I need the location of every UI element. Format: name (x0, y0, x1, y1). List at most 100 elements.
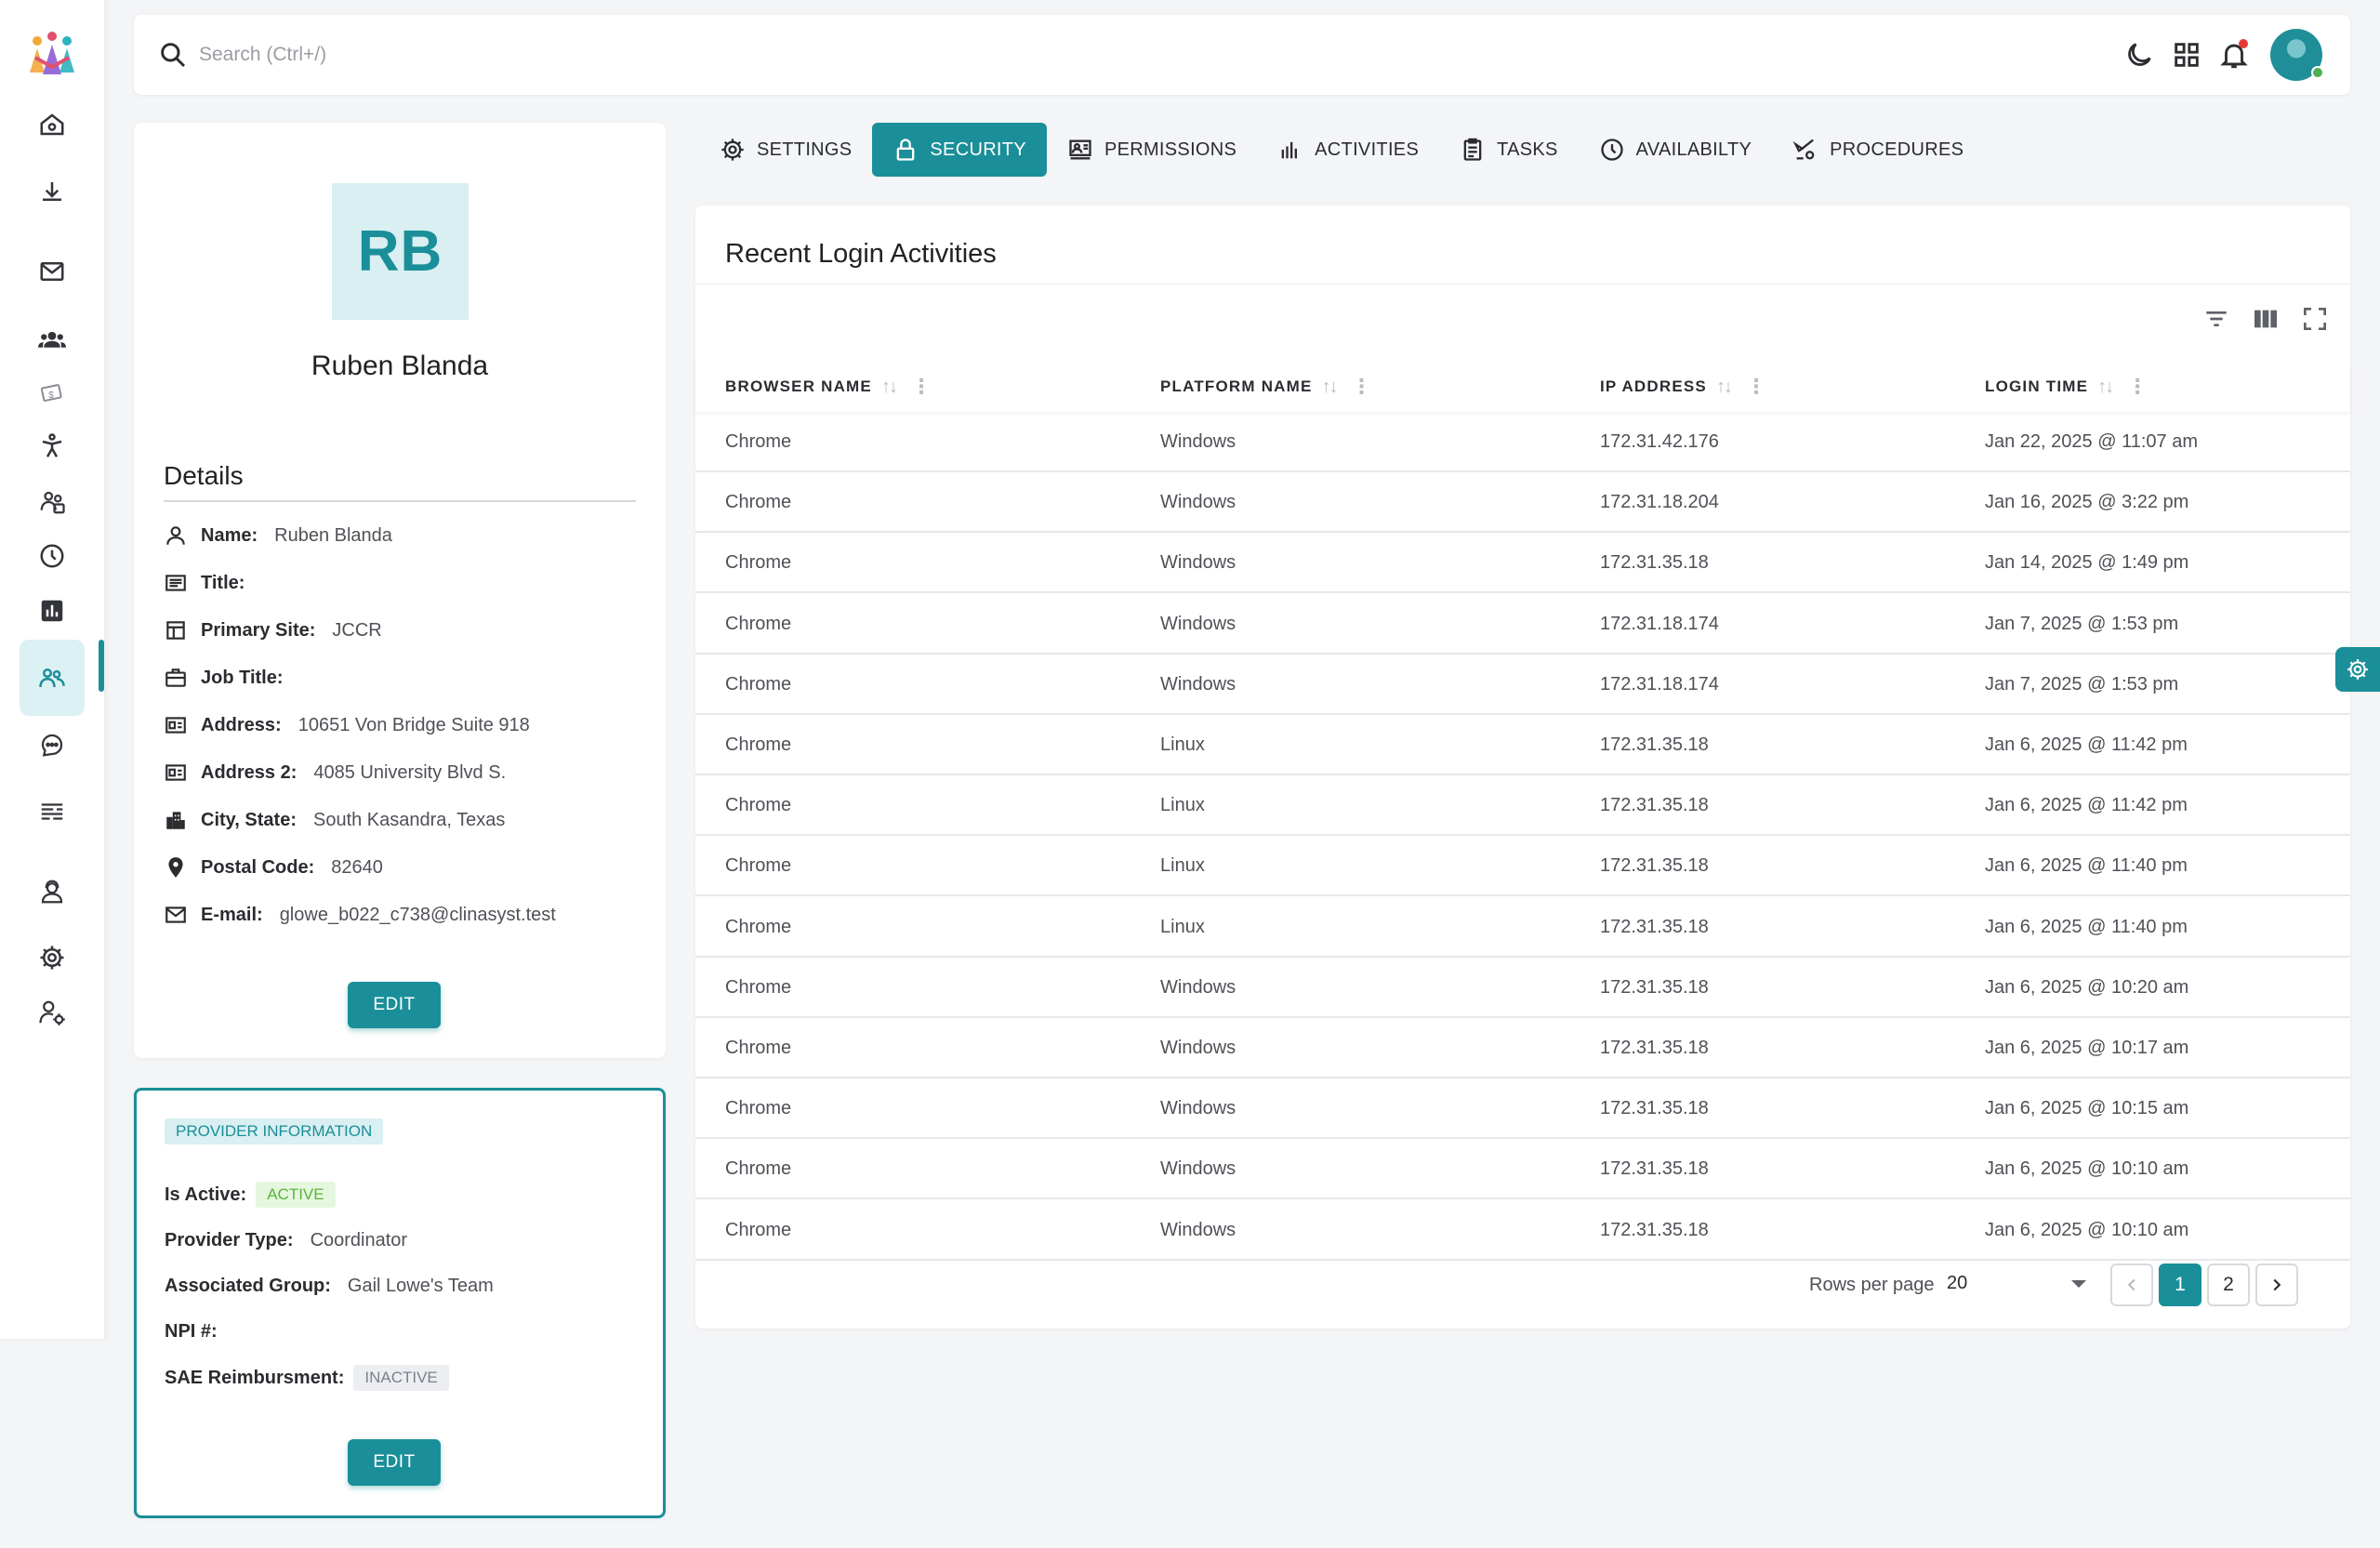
provider-label: NPI #: (165, 1320, 218, 1342)
cell-platform: Windows (1160, 552, 1236, 574)
login-activities-card: Recent Login Activities BROWSER NAME ↑↓ … (695, 205, 2350, 1329)
tab-procedures[interactable]: PROCEDURES (1772, 123, 1984, 177)
profile-card: RB Ruben Blanda Details Name: Ruben Blan… (134, 123, 666, 1058)
dropdown-arrow-icon (2071, 1280, 2086, 1288)
sort-icon[interactable]: ↑↓ (1716, 377, 1733, 398)
column-header-label: IP ADDRESS (1600, 377, 1707, 395)
tab-tasks[interactable]: TASKS (1439, 123, 1579, 177)
detail-value: Ruben Blanda (274, 524, 392, 546)
columns-button[interactable] (2251, 304, 2281, 334)
sidebar-item-home[interactable] (20, 92, 85, 157)
cell-browser: Chrome (725, 552, 792, 574)
cell-platform: Linux (1160, 855, 1205, 877)
detail-title: Title: (164, 569, 261, 597)
city-icon (166, 812, 185, 829)
column-menu-icon[interactable]: ⋮ (2127, 375, 2149, 399)
moon-icon (2128, 43, 2151, 66)
table-row: Chrome Linux 172.31.35.18 Jan 6, 2025 @ 11:… (695, 775, 2350, 837)
sidebar-item-support[interactable] (20, 859, 85, 924)
columns-icon (2254, 310, 2277, 328)
column-header-platform[interactable]: PLATFORM NAME ↑↓ ⋮ (1160, 362, 1373, 412)
edit-profile-button[interactable]: EDIT (348, 982, 441, 1028)
cell-browser: Chrome (725, 916, 792, 937)
prev-page-button[interactable] (2110, 1264, 2153, 1306)
detail-label: Postal Code: (201, 856, 315, 878)
search-input[interactable] (199, 35, 1036, 74)
next-page-button[interactable] (2255, 1264, 2298, 1306)
detail-job-title: Job Title: (164, 664, 300, 692)
sort-icon[interactable]: ↑↓ (2097, 377, 2114, 398)
cell-ip: 172.31.35.18 (1600, 855, 1709, 877)
sidebar-item-users[interactable] (20, 640, 85, 716)
home-icon (40, 113, 64, 136)
mail-icon (40, 262, 64, 281)
rows-per-page-select[interactable]: 20 (1947, 1273, 2086, 1299)
column-header-login-time[interactable]: LOGIN TIME ↑↓ ⋮ (1985, 362, 2149, 412)
mail-icon (165, 906, 186, 923)
sidebar-item-download[interactable] (20, 159, 85, 224)
details-heading: Details (164, 461, 244, 490)
edit-provider-button[interactable]: EDIT (348, 1439, 441, 1486)
detail-value: South Kasandra, Texas (312, 809, 506, 830)
tab-activities[interactable]: ACTIVITIES (1257, 123, 1439, 177)
fullscreen-icon (2304, 308, 2326, 330)
sidebar-item-reports[interactable] (20, 578, 85, 643)
cell-ip: 172.31.18.174 (1600, 613, 1719, 634)
column-header-ip[interactable]: IP ADDRESS ↑↓ ⋮ (1600, 362, 1767, 412)
column-menu-icon[interactable]: ⋮ (1352, 375, 1373, 399)
svg-text:$: $ (48, 390, 54, 401)
chevron-left-icon (2127, 1278, 2135, 1291)
tab-settings[interactable]: SETTINGS (699, 123, 872, 177)
clipboard-icon (1463, 138, 1482, 161)
tab-label: ACTIVITIES (1315, 139, 1420, 160)
column-menu-icon[interactable]: ⋮ (1746, 375, 1767, 399)
cell-ip: 172.31.35.18 (1600, 1098, 1709, 1119)
sidebar-item-chat[interactable] (20, 712, 85, 777)
column-header-browser[interactable]: BROWSER NAME ↑↓ ⋮ (725, 362, 932, 412)
tab-availability[interactable]: AVAILABILTY (1579, 123, 1772, 177)
gear-icon (2347, 659, 2368, 680)
detail-label: Primary Site: (201, 619, 316, 641)
app-logo[interactable] (26, 30, 78, 78)
cell-login-time: Jan 22, 2025 @ 11:07 am (1985, 431, 2198, 452)
apps-button[interactable] (2171, 39, 2202, 71)
table-row: Chrome Linux 172.31.35.18 Jan 6, 2025 @ 11:… (695, 836, 2350, 897)
tab-permissions[interactable]: PERMISSIONS (1047, 123, 1257, 177)
provider-is-active: Is Active: ACTIVE (165, 1181, 336, 1209)
tab-label: TASKS (1497, 139, 1558, 160)
page-button-1[interactable]: 1 (2159, 1264, 2202, 1306)
sort-icon[interactable]: ↑↓ (881, 377, 898, 398)
sidebar-item-mail[interactable] (20, 239, 85, 304)
sidebar-item-user-settings[interactable] (20, 980, 85, 1045)
cell-login-time: Jan 16, 2025 @ 3:22 pm (1985, 492, 2189, 513)
table-row: Chrome Linux 172.31.35.18 Jan 6, 2025 @ 11:… (695, 897, 2350, 958)
detail-label: Name: (201, 524, 258, 546)
clock-icon (40, 544, 64, 568)
cell-ip: 172.31.18.174 (1600, 673, 1719, 695)
users-icon (39, 668, 65, 688)
clock-icon (1601, 139, 1623, 161)
customizer-button[interactable] (2335, 647, 2380, 692)
detail-value: JCCR (332, 619, 382, 641)
filter-button[interactable] (2202, 304, 2231, 334)
detail-email: E-mail: glowe_b022_c738@clinasyst.test (164, 901, 556, 929)
status-badge-active: ACTIVE (256, 1182, 336, 1208)
divider (164, 500, 636, 502)
notifications-button[interactable] (2218, 39, 2250, 71)
fullscreen-button[interactable] (2300, 304, 2330, 334)
provider-sae: SAE Reimbursment: INACTIVE (165, 1364, 449, 1392)
page-button-2[interactable]: 2 (2207, 1264, 2250, 1306)
cell-login-time: Jan 6, 2025 @ 11:42 pm (1985, 795, 2188, 816)
column-menu-icon[interactable]: ⋮ (911, 375, 932, 399)
detail-value: glowe_b022_c738@clinasyst.test (279, 904, 556, 925)
cell-ip: 172.31.18.204 (1600, 492, 1719, 513)
tab-security[interactable]: SECURITY (872, 123, 1047, 177)
dark-mode-toggle[interactable] (2123, 39, 2155, 71)
cell-ip: 172.31.35.18 (1600, 795, 1709, 816)
user-avatar[interactable] (2270, 29, 2324, 81)
sort-icon[interactable]: ↑↓ (1322, 377, 1339, 398)
search-icon[interactable] (158, 40, 188, 70)
online-status-dot (2311, 66, 2324, 79)
sidebar-item-list[interactable] (20, 779, 85, 844)
cell-login-time: Jan 14, 2025 @ 1:49 pm (1985, 552, 2189, 574)
